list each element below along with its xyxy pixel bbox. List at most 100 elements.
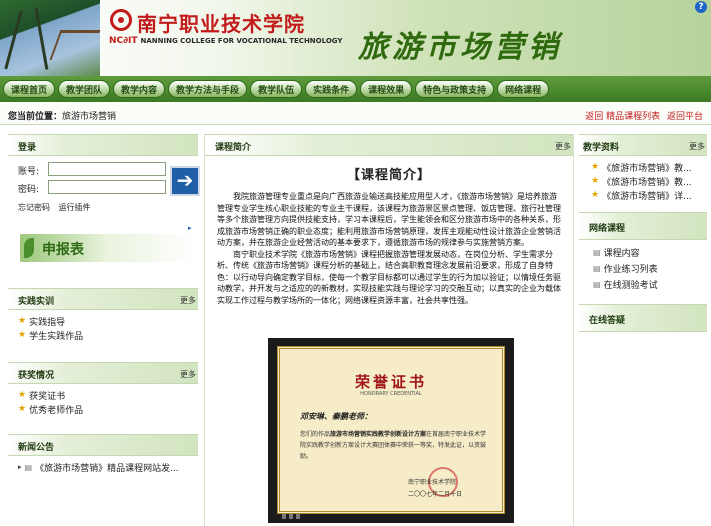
list-item[interactable]: ▤ 课程内容: [593, 244, 707, 260]
intro-paragraph-2: 南宁职业技术学院《旅游市场营销》课程把握旅游管理发展动态，在岗位分析、学生需求分…: [217, 249, 561, 305]
practice-item-label: 学生实践作品: [29, 331, 84, 342]
list-item[interactable]: ★ 《旅游市场营销》详...: [591, 188, 707, 202]
list-item[interactable]: ★ 实践指导: [18, 314, 198, 328]
bullet-icon: ▸: [18, 463, 22, 471]
apply-form-label: 申报表: [42, 242, 84, 258]
resource-item-label: 《旅游市场营销》详...: [602, 191, 692, 202]
document-icon: ▤: [24, 462, 33, 472]
nav-item-online[interactable]: 网络课程: [497, 80, 550, 98]
practice-panel-header: 实践实训 更多: [8, 288, 198, 310]
school-name-en: NC∂IT NANNING COLLEGE FOR VOCATIONAL TECH…: [109, 36, 342, 46]
online-title: 网络课程: [589, 224, 626, 234]
certificate-org: 南宁职业技术学院: [408, 479, 457, 486]
login-panel-header: 登录: [8, 134, 198, 156]
campus-photo: [0, 0, 101, 76]
control-icon[interactable]: [289, 514, 293, 519]
list-item[interactable]: ▤ 作业练习列表: [593, 260, 707, 276]
awards-more-link[interactable]: 更多: [180, 369, 196, 380]
nav-item-practice[interactable]: 实践条件: [305, 80, 358, 98]
breadcrumb-links: 返回 精品课程列表 返回平台: [581, 109, 703, 122]
news-title: 新闻公告: [18, 443, 55, 453]
leaf-icon: [24, 238, 34, 258]
list-item[interactable]: ★ 学生实践作品: [18, 328, 198, 342]
control-icon[interactable]: [282, 514, 286, 519]
login-title: 登录: [18, 143, 37, 153]
certificate-frame: 荣誉证书 HONORARY CREDENTIAL 邓安琳、秦鹏老师： 您们的作品…: [277, 346, 505, 514]
list-item[interactable]: ★ 获奖证书: [18, 388, 198, 402]
awards-list: ★ 获奖证书 ★ 优秀老师作品: [8, 384, 198, 434]
online-panel-header: 网络课程: [579, 212, 707, 240]
main-nav: 课程首页 教学团队 教学内容 教学方法与手段 教学队伍 实践条件 课程效果 特色…: [0, 76, 711, 102]
certificate-date: 二〇〇七年二月十日: [408, 491, 463, 498]
list-item[interactable]: ▸ ▤ 《旅游市场营销》精品课程网站发...: [18, 460, 198, 474]
password-label: 密码:: [18, 185, 40, 195]
nav-item-home[interactable]: 课程首页: [3, 80, 56, 98]
nav-item-content[interactable]: 教学内容: [113, 80, 166, 98]
star-icon: ★: [591, 190, 600, 200]
news-panel-header: 新闻公告: [8, 434, 198, 456]
password-input[interactable]: [48, 180, 166, 194]
certificate-work-title: 旅游市场营销实践教学创新设计方案: [330, 431, 427, 438]
breadcrumb: 您当前位置：旅游市场营销 返回 精品课程列表 返回平台: [0, 103, 711, 125]
login-submit-button[interactable]: ➔: [170, 166, 200, 196]
intro-panel-title: 课程简介: [215, 143, 252, 153]
nav-item-methods[interactable]: 教学方法与手段: [168, 80, 248, 98]
nav-item-features[interactable]: 特色与政策支持: [415, 80, 495, 98]
news-item-label: 《旅游市场营销》精品课程网站发...: [35, 463, 179, 474]
resources-more-link[interactable]: 更多: [689, 141, 705, 152]
control-icon[interactable]: [296, 514, 300, 519]
login-panel: 账号: 密码: ➔ 忘记密码 运行插件 ▸ 申报表: [8, 162, 200, 288]
resources-list: ★ 《旅游市场营销》教... ★ 《旅游市场营销》教... ★ 《旅游市场营销》详..…: [579, 156, 707, 212]
forgot-password-link[interactable]: 忘记密码: [18, 203, 50, 212]
resources-title: 教学资料: [583, 143, 620, 153]
list-item[interactable]: ★ 《旅游市场营销》教...: [591, 160, 707, 174]
awards-panel-header: 获奖情况 更多: [8, 362, 198, 384]
username-input[interactable]: [48, 162, 166, 176]
awards-item-label: 获奖证书: [29, 391, 66, 402]
document-icon: ▤: [593, 263, 601, 273]
list-item[interactable]: ★ 《旅游市场营销》教...: [591, 174, 707, 188]
awards-title: 获奖情况: [18, 371, 55, 381]
back-to-platform-link[interactable]: 返回平台: [667, 112, 703, 122]
star-icon: ★: [591, 162, 600, 172]
star-icon: ★: [18, 316, 27, 326]
left-column: 登录 账号: 密码: ➔ 忘记密码 运行插件 ▸ 申报表 实践实训 更多 ★ 实践…: [8, 134, 200, 526]
intro-heading: 【课程简介】: [346, 168, 431, 183]
awards-item-label: 优秀老师作品: [29, 405, 84, 416]
apply-form-banner[interactable]: 申报表: [20, 234, 194, 262]
nav-item-team[interactable]: 教学团队: [58, 80, 111, 98]
certificate-recipients: 邓安琳、秦鹏老师：: [300, 412, 372, 421]
nav-item-staff[interactable]: 教学队伍: [250, 80, 303, 98]
star-icon: ★: [591, 176, 600, 186]
certificate-body: 您们的作品旅游市场营销实践教学创新设计方案在首届南宁职业技术学院实践教学创新方案…: [300, 429, 490, 462]
document-icon: ▤: [593, 279, 601, 289]
practice-more-link[interactable]: 更多: [180, 295, 196, 306]
breadcrumb-current[interactable]: 旅游市场营销: [62, 112, 116, 122]
run-plugin-link[interactable]: 运行插件: [59, 203, 91, 212]
practice-title: 实践实训: [18, 297, 55, 307]
school-brand: NC∂IT: [109, 36, 138, 46]
list-item[interactable]: ▤ 在线测验考试: [593, 276, 707, 292]
qa-title[interactable]: 在线答疑: [589, 313, 625, 326]
back-to-course-list-link[interactable]: 返回 精品课程列表: [585, 112, 660, 122]
school-name-en-text: NANNING COLLEGE FOR VOCATIONAL TECHNOLOG…: [140, 37, 343, 45]
list-item[interactable]: ★ 优秀老师作品: [18, 402, 198, 416]
help-icon[interactable]: ?: [695, 1, 707, 13]
intro-panel-header: 课程简介 更多: [205, 134, 573, 156]
star-icon: ★: [18, 330, 27, 340]
nav-item-results[interactable]: 课程效果: [360, 80, 413, 98]
main-content: 课程简介 更多 【课程简介】 我院旅游管理专业重点是向广西旅游业输送高技能应用型…: [204, 134, 574, 526]
course-title: 旅游市场营销: [358, 30, 562, 65]
intro-paragraph-1: 我院旅游管理专业重点是向广西旅游业输送高技能应用型人才，《旅游市场营销》是培养旅…: [217, 192, 561, 247]
certificate-subtitle: HONORARY CREDENTIAL: [360, 391, 422, 397]
intro-more-link[interactable]: 更多: [555, 141, 571, 152]
online-list: ▤ 课程内容 ▤ 作业练习列表 ▤ 在线测验考试: [579, 240, 707, 304]
document-icon: ▤: [593, 247, 601, 257]
image-controls: [282, 514, 500, 520]
right-column: 教学资料 更多 ★ 《旅游市场营销》教... ★ 《旅游市场营销》教... ★ 《旅游…: [579, 134, 707, 526]
breadcrumb-path: 您当前位置：旅游市场营销: [8, 109, 116, 122]
school-name-cn: 南宁职业技术学院: [137, 12, 305, 36]
certificate-body-prefix: 您们的作品: [300, 431, 331, 438]
apply-arrow-icon: ▸: [188, 224, 192, 232]
header-banner: 南宁职业技术学院 NC∂IT NANNING COLLEGE FOR VOCATI…: [0, 0, 711, 76]
